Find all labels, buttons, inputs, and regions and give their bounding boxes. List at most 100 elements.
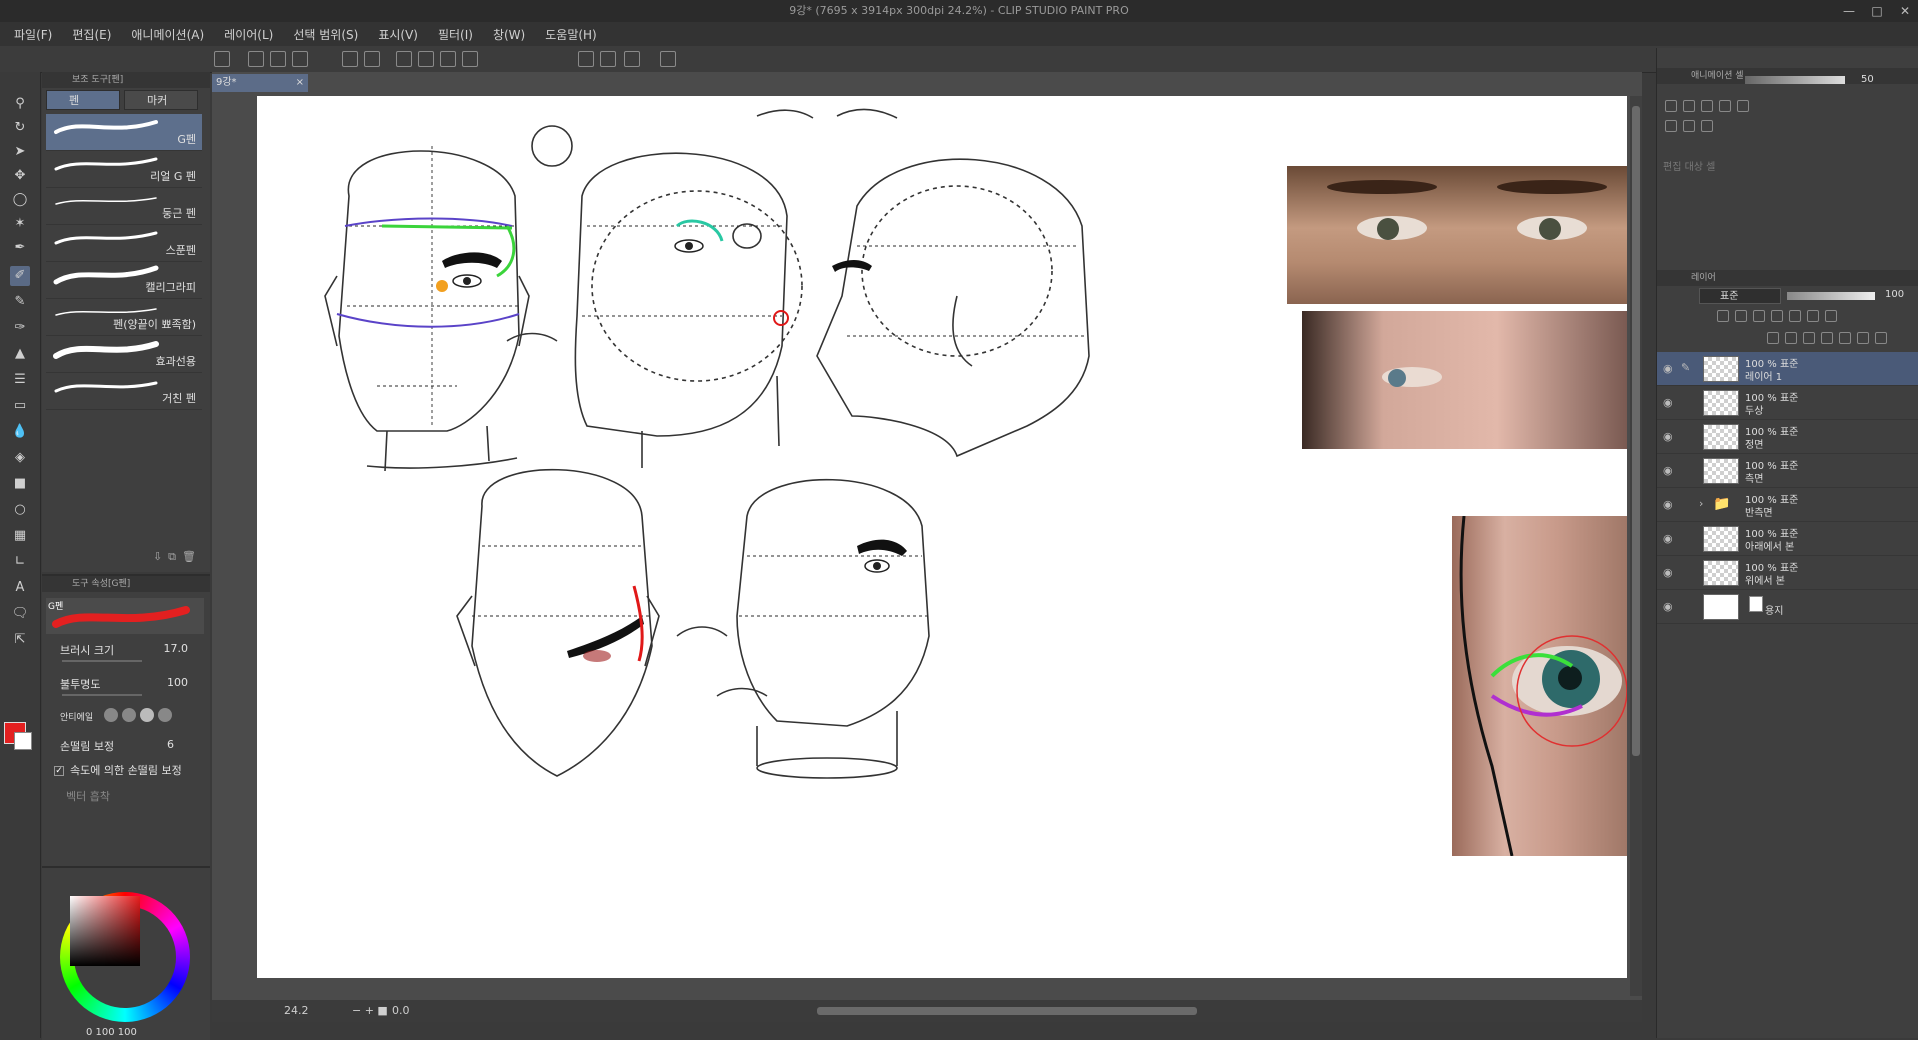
eye-icon[interactable]: ◉ <box>1663 498 1673 511</box>
rotate-tool-icon[interactable]: ↻ <box>10 118 30 138</box>
menu-filter[interactable]: 필터(I) <box>438 26 473 43</box>
document-close-icon[interactable]: × <box>296 74 304 92</box>
new-file-icon[interactable] <box>248 51 264 67</box>
subtool-footer-icons[interactable]: ⇩⧉🗑 <box>153 550 202 564</box>
blend-mode-select[interactable]: 표준 <box>1699 288 1781 304</box>
pen-tool-icon[interactable]: ✐ <box>10 266 30 286</box>
save-icon[interactable] <box>292 51 308 67</box>
reference-photo-eye-closeup[interactable] <box>1452 516 1627 856</box>
object-tool-icon[interactable]: ➤ <box>10 142 30 162</box>
eye-icon[interactable]: ◉ <box>1663 600 1673 613</box>
speed-stabilization-checkbox[interactable]: ✓ <box>54 766 64 776</box>
eye-icon[interactable]: ◉ <box>1663 362 1673 375</box>
menu-window[interactable]: 창(W) <box>493 26 525 43</box>
clip-studio-icon[interactable] <box>214 51 230 67</box>
eraser-icon[interactable]: ▭ <box>10 396 30 416</box>
sub-color-swatch[interactable] <box>14 732 32 750</box>
fill-icon[interactable] <box>418 51 434 67</box>
brush-item[interactable]: 효과선용 <box>46 336 202 373</box>
zoom-tool-icon[interactable]: ⚲ <box>10 94 30 114</box>
clear-icon[interactable] <box>440 51 456 67</box>
ruler-icon[interactable]: ∟ <box>10 552 30 572</box>
brush-item[interactable]: 둥근 펜 <box>46 188 202 225</box>
rotation-value[interactable]: 0.0 <box>392 1000 410 1022</box>
tab-pen[interactable]: 펜 <box>46 90 120 110</box>
layer-row[interactable]: ◉ 100 % 표준 측면 <box>1657 454 1918 488</box>
brush-item[interactable]: 펜(양끝이 뾰족함) <box>46 299 202 336</box>
layer-row[interactable]: ◉ 100 % 표준 정면 <box>1657 420 1918 454</box>
layer-toolbar[interactable] <box>1717 310 1837 324</box>
minimize-icon[interactable]: — <box>1842 0 1856 22</box>
stabilization-row[interactable]: 손떨림 보정 6 <box>60 738 210 754</box>
animation-opacity-value[interactable]: 50 <box>1861 74 1874 85</box>
menu-view[interactable]: 표시(V) <box>378 26 418 43</box>
vector-snap-row[interactable]: 벡터 흡착 <box>66 788 216 804</box>
layer-row[interactable]: ◉ 100 % 표준 두상 <box>1657 386 1918 420</box>
layer-opacity-slider[interactable] <box>1787 292 1875 300</box>
move-layer-icon[interactable]: ✥ <box>10 166 30 186</box>
menu-selection[interactable]: 선택 범위(S) <box>293 26 358 43</box>
eye-icon[interactable]: ◉ <box>1663 566 1673 579</box>
stabilization-value[interactable]: 6 <box>167 738 174 751</box>
special-ruler-snap-icon[interactable] <box>600 51 616 67</box>
brush-size-value[interactable]: 17.0 <box>164 642 189 655</box>
brush-size-row[interactable]: 브러시 크기 17.0 <box>60 642 210 658</box>
reference-photo-profile[interactable] <box>1302 311 1627 449</box>
animation-toolbar[interactable] <box>1665 100 1749 114</box>
brush-tool-icon[interactable]: ✑ <box>10 318 30 338</box>
layer-row[interactable]: ◉ 용지 <box>1657 590 1918 624</box>
brush-item[interactable]: 캘리그라피 <box>46 262 202 299</box>
undo-icon[interactable] <box>342 51 358 67</box>
layer-row[interactable]: ◉ 100 % 표준 아래에서 본 <box>1657 522 1918 556</box>
eye-icon[interactable]: ◉ <box>1663 532 1673 545</box>
pencil-tool-icon[interactable]: ✎ <box>10 292 30 312</box>
eyedropper-icon[interactable]: ✒ <box>10 238 30 258</box>
lasso-icon[interactable]: ◯ <box>10 190 30 210</box>
loading-icon[interactable] <box>396 51 412 67</box>
tab-marker[interactable]: 마커 <box>124 90 198 110</box>
opacity-row[interactable]: 불투명도 100 <box>60 676 210 692</box>
eye-icon[interactable]: ◉ <box>1663 396 1673 409</box>
vertical-scrollbar[interactable] <box>1630 96 1642 996</box>
menu-edit[interactable]: 편집(E) <box>72 26 111 43</box>
eye-icon[interactable]: ◉ <box>1663 464 1673 477</box>
maximize-icon[interactable]: □ <box>1870 0 1884 22</box>
ruler-snap-icon[interactable] <box>578 51 594 67</box>
saturation-value-square[interactable] <box>70 896 140 966</box>
airbrush-icon[interactable]: ▲ <box>10 344 30 364</box>
magic-wand-icon[interactable]: ✶ <box>10 214 30 234</box>
frame-border-icon[interactable]: ▦ <box>10 526 30 546</box>
menu-animation[interactable]: 애니메이션(A) <box>131 26 204 43</box>
fill-bucket-icon[interactable]: ◈ <box>10 448 30 468</box>
close-icon[interactable]: ✕ <box>1898 0 1912 22</box>
help-icon[interactable] <box>660 51 676 67</box>
open-file-icon[interactable] <box>270 51 286 67</box>
gradient-icon[interactable]: ■ <box>10 474 30 494</box>
opacity-value[interactable]: 100 <box>167 676 188 689</box>
antialias-options[interactable] <box>104 708 194 726</box>
animation-toolbar-2[interactable] <box>1665 120 1713 134</box>
layer-opacity-value[interactable]: 100 <box>1885 289 1904 300</box>
figure-icon[interactable]: ○ <box>10 500 30 520</box>
layer-toolbar-2[interactable] <box>1767 332 1887 346</box>
menu-layer[interactable]: 레이어(L) <box>224 26 273 43</box>
animation-opacity-slider[interactable] <box>1745 76 1845 84</box>
menu-help[interactable]: 도움말(H) <box>545 26 597 43</box>
opacity-slider[interactable] <box>62 694 142 696</box>
brush-size-slider[interactable] <box>62 660 142 662</box>
layer-row[interactable]: ◉ › 📁 100 % 표준 반측면 <box>1657 488 1918 522</box>
brush-item[interactable]: G펜 <box>46 114 202 151</box>
grid-snap-icon[interactable] <box>624 51 640 67</box>
eye-icon[interactable]: ◉ <box>1663 430 1673 443</box>
blend-icon[interactable]: 💧 <box>10 422 30 442</box>
brush-item[interactable]: 스푼펜 <box>46 225 202 262</box>
document-tab[interactable]: 9강* × <box>212 74 308 92</box>
decoration-icon[interactable]: ☰ <box>10 370 30 390</box>
brush-item[interactable]: 리얼 G 펜 <box>46 151 202 188</box>
correct-line-icon[interactable]: ⇱ <box>10 630 30 650</box>
horizontal-scrollbar[interactable] <box>817 1007 1197 1015</box>
text-tool-icon[interactable]: A <box>10 578 30 598</box>
reference-photo-eyes[interactable] <box>1287 166 1627 304</box>
drawing-canvas[interactable] <box>257 96 1627 978</box>
menu-file[interactable]: 파일(F) <box>14 26 52 43</box>
